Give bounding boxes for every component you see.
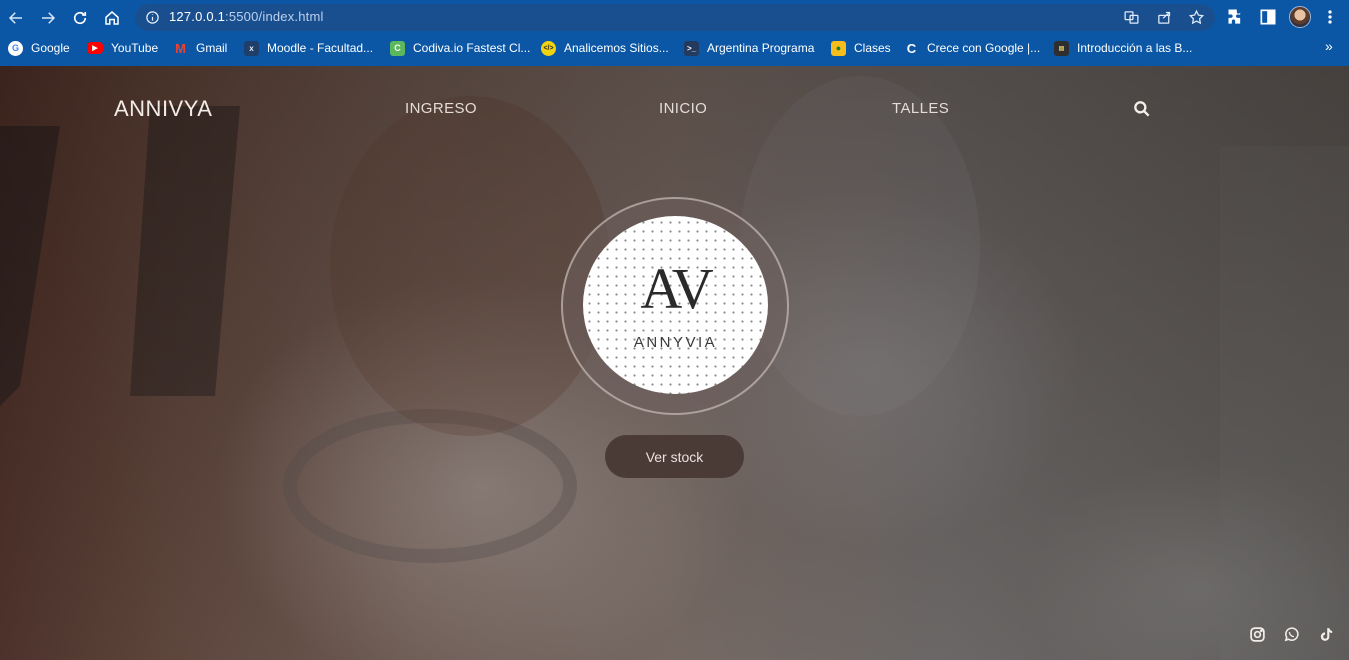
- address-bar-row: 127.0.0.1:5500/index.html: [0, 0, 1349, 35]
- bookmark-label: Analicemos Sitios...: [564, 41, 669, 55]
- bookmark-argentina-programa[interactable]: >_ Argentina Programa: [684, 39, 814, 57]
- moodle-icon: x: [244, 40, 259, 56]
- page-hero: ANNIVYA INGRESO INICIO TALLES AV ANNYVIA…: [0, 66, 1349, 660]
- bookmark-label: Argentina Programa: [707, 41, 815, 55]
- youtube-icon: ▶: [87, 42, 103, 54]
- bookmark-label: Moodle - Facultad...: [267, 41, 374, 55]
- bookmark-label: Gmail: [196, 41, 228, 55]
- translate-icon[interactable]: [1123, 9, 1140, 26]
- url-path: :5500/index.html: [225, 9, 324, 24]
- profile-avatar[interactable]: [1289, 6, 1311, 28]
- instagram-icon[interactable]: [1249, 626, 1266, 643]
- gmail-icon: M: [175, 40, 186, 56]
- bookmark-codiva[interactable]: C Codiva.io Fastest Cl...: [390, 39, 530, 57]
- url-text[interactable]: 127.0.0.1:5500/index.html: [169, 9, 324, 24]
- home-icon: [105, 11, 119, 25]
- bookmark-label: Google: [31, 41, 70, 55]
- bookmark-clases[interactable]: ● Clases: [831, 39, 891, 57]
- search-icon[interactable]: [1132, 99, 1152, 119]
- bookmark-moodle[interactable]: x Moodle - Facultad...: [244, 39, 373, 57]
- brand-emblem: AV ANNYVIA: [583, 216, 768, 394]
- classroom-icon: ●: [831, 40, 846, 56]
- bookmark-google[interactable]: G Google: [8, 39, 70, 57]
- side-panel-icon[interactable]: [1258, 7, 1278, 27]
- browser-chrome: 127.0.0.1:5500/index.html G Google ▶ You…: [0, 0, 1349, 66]
- url-host: 127.0.0.1: [169, 9, 226, 24]
- nav-link-talles[interactable]: TALLES: [892, 100, 949, 117]
- bookmark-label: Clases: [854, 41, 891, 55]
- emblem-wordmark: ANNYVIA: [633, 334, 718, 351]
- code-icon: </>: [541, 40, 556, 56]
- bookmark-label: Crece con Google |...: [927, 41, 1041, 55]
- intro-icon: ▤: [1054, 40, 1069, 56]
- home-button[interactable]: [100, 6, 124, 30]
- reload-icon: [73, 11, 87, 25]
- bookmark-analicemos[interactable]: </> Analicemos Sitios...: [541, 39, 669, 57]
- terminal-icon: >_: [684, 40, 699, 56]
- bookmark-label: YouTube: [111, 41, 159, 55]
- tiktok-icon[interactable]: [1318, 626, 1335, 643]
- site-info-icon[interactable]: [145, 10, 160, 25]
- more-bookmarks-icon[interactable]: »: [1325, 38, 1333, 54]
- back-arrow-icon: [8, 12, 22, 24]
- nav-link-inicio[interactable]: INICIO: [659, 100, 707, 117]
- forward-arrow-icon: [42, 12, 56, 24]
- hero-content: ANNIVYA INGRESO INICIO TALLES AV ANNYVIA…: [0, 66, 1349, 660]
- bookmark-label: Introducción a las B...: [1077, 41, 1193, 55]
- emblem-monogram: AV: [640, 256, 713, 321]
- nav-link-ingreso[interactable]: INGRESO: [405, 100, 477, 117]
- bookmarks-bar: G Google ▶ YouTube M Gmail x Moodle - Fa…: [0, 36, 1349, 60]
- codiva-icon: C: [390, 40, 405, 56]
- bookmark-crece[interactable]: C Crece con Google |...: [904, 39, 1040, 57]
- share-icon[interactable]: [1156, 9, 1173, 26]
- google-icon: G: [8, 40, 23, 56]
- ver-stock-button[interactable]: Ver stock: [605, 435, 744, 478]
- menu-dots-icon[interactable]: [1323, 7, 1337, 27]
- bookmark-youtube[interactable]: ▶ YouTube: [87, 39, 158, 57]
- back-button[interactable]: [4, 6, 28, 30]
- bookmark-gmail[interactable]: M Gmail: [173, 39, 227, 57]
- extensions-icon[interactable]: [1226, 7, 1246, 27]
- whatsapp-icon[interactable]: [1283, 626, 1300, 643]
- forward-button[interactable]: [36, 6, 60, 30]
- bookmark-introduccion[interactable]: ▤ Introducción a las B...: [1054, 39, 1192, 57]
- bookmark-star-icon[interactable]: [1188, 9, 1205, 26]
- omnibox[interactable]: 127.0.0.1:5500/index.html: [135, 4, 1215, 31]
- reload-button[interactable]: [68, 6, 92, 30]
- bookmark-label: Codiva.io Fastest Cl...: [413, 41, 531, 55]
- crece-icon: C: [906, 40, 917, 56]
- brand-logo-text[interactable]: ANNIVYA: [114, 96, 212, 122]
